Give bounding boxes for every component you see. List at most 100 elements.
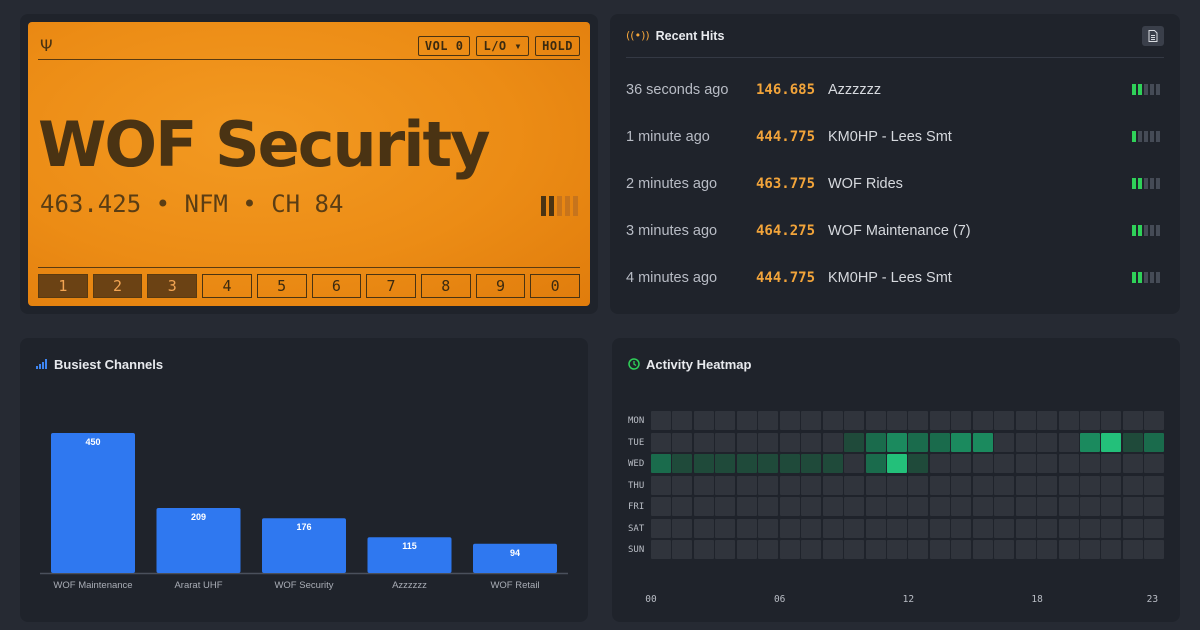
heatmap-cell[interactable]: [994, 454, 1015, 473]
heatmap-cell[interactable]: [1037, 497, 1058, 516]
lockout-button[interactable]: L/O ▾: [476, 35, 530, 56]
heatmap-cell[interactable]: [908, 497, 929, 516]
heatmap-cell[interactable]: [1037, 432, 1058, 452]
heatmap-cell[interactable]: [779, 475, 800, 495]
heatmap-cell[interactable]: [758, 432, 779, 452]
heatmap-cell[interactable]: [1037, 454, 1058, 473]
heatmap-cell[interactable]: [994, 497, 1015, 516]
heatmap-cell[interactable]: [929, 475, 950, 495]
heatmap-cell[interactable]: [801, 454, 822, 473]
heatmap-cell[interactable]: [908, 540, 929, 559]
heatmap-cell[interactable]: [1015, 540, 1036, 559]
heatmap-cell[interactable]: [1101, 475, 1122, 495]
recent-hit-row[interactable]: 1 minute ago 444.775 KM0HP - Lees Smt: [626, 113, 1164, 160]
heatmap-cell[interactable]: [844, 411, 865, 430]
heatmap-cell[interactable]: [1058, 475, 1079, 495]
heatmap-cell[interactable]: [844, 518, 865, 538]
heatmap-cell[interactable]: [951, 411, 972, 430]
heatmap-cell[interactable]: [651, 432, 671, 452]
heatmap-cell[interactable]: [1080, 411, 1100, 430]
heatmap-cell[interactable]: [1058, 454, 1079, 473]
heatmap-cell[interactable]: [1101, 497, 1122, 516]
heatmap-cell[interactable]: [886, 411, 907, 430]
heatmap-cell[interactable]: [736, 475, 757, 495]
heatmap-cell[interactable]: [908, 411, 929, 430]
heatmap-cell[interactable]: [779, 497, 800, 516]
heatmap-cell[interactable]: [715, 540, 736, 559]
heatmap-cell[interactable]: [672, 411, 693, 430]
heatmap-cell[interactable]: [929, 540, 950, 559]
bank-button-0[interactable]: 0: [530, 274, 581, 298]
recent-hit-row[interactable]: 36 seconds ago 146.685 Azzzzzz: [626, 66, 1164, 113]
heatmap-cell[interactable]: [822, 432, 843, 452]
heatmap-cell[interactable]: [844, 540, 865, 559]
heatmap-cell[interactable]: [1122, 432, 1143, 452]
heatmap-cell[interactable]: [886, 497, 907, 516]
heatmap-cell[interactable]: [672, 497, 693, 516]
heatmap-cell[interactable]: [865, 454, 886, 473]
heatmap-cell[interactable]: [1101, 411, 1122, 430]
heatmap-cell[interactable]: [865, 432, 886, 452]
heatmap-cell[interactable]: [758, 475, 779, 495]
bank-button-7[interactable]: 7: [366, 274, 416, 298]
heatmap-cell[interactable]: [801, 432, 822, 452]
heatmap-cell[interactable]: [822, 540, 843, 559]
heatmap-cell[interactable]: [651, 497, 671, 516]
heatmap-cell[interactable]: [951, 454, 972, 473]
heatmap-cell[interactable]: [1122, 411, 1143, 430]
heatmap-cell[interactable]: [1015, 518, 1036, 538]
heatmap-cell[interactable]: [994, 432, 1015, 452]
bank-button-1[interactable]: 1: [38, 274, 88, 298]
heatmap-cell[interactable]: [1015, 475, 1036, 495]
heatmap-cell[interactable]: [693, 432, 714, 452]
bank-button-2[interactable]: 2: [92, 274, 143, 298]
heatmap-cell[interactable]: [1037, 411, 1058, 430]
heatmap-cell[interactable]: [1058, 540, 1079, 559]
hold-button[interactable]: HOLD: [535, 35, 580, 56]
heatmap-cell[interactable]: [1101, 454, 1122, 473]
heatmap-cell[interactable]: [1144, 497, 1165, 516]
heatmap-cell[interactable]: [801, 411, 822, 430]
heatmap-cell[interactable]: [736, 497, 757, 516]
bank-button-6[interactable]: 6: [311, 274, 362, 298]
heatmap-cell[interactable]: [1058, 497, 1079, 516]
heatmap-cell[interactable]: [1015, 411, 1036, 430]
recent-hit-row[interactable]: 2 minutes ago 463.775 WOF Rides: [626, 160, 1164, 207]
heatmap-cell[interactable]: [929, 411, 950, 430]
heatmap-cell[interactable]: [672, 432, 693, 452]
heatmap-cell[interactable]: [758, 411, 779, 430]
heatmap-cell[interactable]: [801, 475, 822, 495]
heatmap-cell[interactable]: [865, 540, 886, 559]
heatmap-cell[interactable]: [822, 475, 843, 495]
heatmap-cell[interactable]: [951, 475, 972, 495]
heatmap-cell[interactable]: [651, 454, 671, 473]
heatmap-cell[interactable]: [994, 540, 1015, 559]
heatmap-cell[interactable]: [758, 454, 779, 473]
heatmap-cell[interactable]: [736, 411, 757, 430]
heatmap-cell[interactable]: [693, 475, 714, 495]
heatmap-cell[interactable]: [1122, 540, 1143, 559]
heatmap-cell[interactable]: [951, 540, 972, 559]
recent-hit-row[interactable]: 3 minutes ago 464.275 WOF Maintenance (7): [626, 207, 1164, 254]
heatmap-cell[interactable]: [801, 540, 822, 559]
heatmap-cell[interactable]: [1058, 518, 1079, 538]
heatmap-cell[interactable]: [1144, 475, 1165, 495]
heatmap-cell[interactable]: [1122, 497, 1143, 516]
heatmap-cell[interactable]: [994, 475, 1015, 495]
heatmap-cell[interactable]: [715, 411, 736, 430]
heatmap-cell[interactable]: [908, 475, 929, 495]
heatmap-cell[interactable]: [693, 518, 714, 538]
heatmap-cell[interactable]: [994, 518, 1015, 538]
heatmap-cell[interactable]: [1144, 432, 1165, 452]
heatmap-cell[interactable]: [672, 540, 693, 559]
heatmap-cell[interactable]: [758, 518, 779, 538]
heatmap-cell[interactable]: [929, 454, 950, 473]
heatmap-cell[interactable]: [1058, 432, 1079, 452]
heatmap-cell[interactable]: [651, 518, 671, 538]
heatmap-cell[interactable]: [951, 497, 972, 516]
heatmap-cell[interactable]: [672, 454, 693, 473]
heatmap-cell[interactable]: [1037, 518, 1058, 538]
heatmap-cell[interactable]: [929, 432, 950, 452]
heatmap-cell[interactable]: [1015, 432, 1036, 452]
heatmap-cell[interactable]: [693, 497, 714, 516]
